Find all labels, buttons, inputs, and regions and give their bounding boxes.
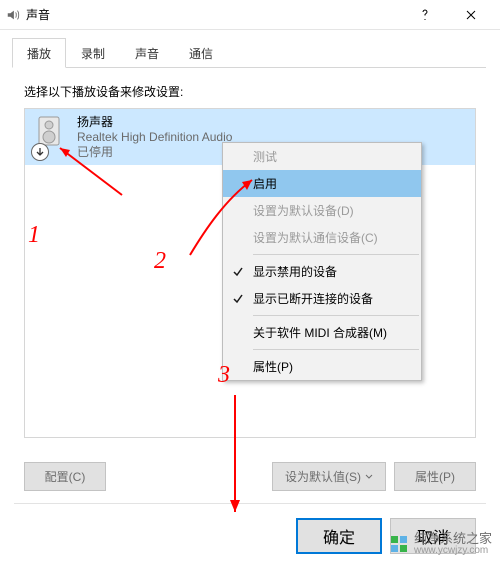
ctx-enable[interactable]: 启用 (223, 170, 421, 197)
check-icon (231, 265, 245, 279)
properties-button[interactable]: 属性(P) (394, 462, 476, 491)
context-menu: 测试 启用 设置为默认设备(D) 设置为默认通信设备(C) 显示禁用的设备 显示… (222, 142, 422, 381)
tab-playback[interactable]: 播放 (12, 38, 66, 68)
ctx-properties[interactable]: 属性(P) (223, 353, 421, 380)
ctx-about-midi[interactable]: 关于软件 MIDI 合成器(M) (223, 319, 421, 346)
tab-sound[interactable]: 声音 (120, 38, 174, 68)
device-status: 已停用 (77, 145, 232, 160)
ctx-set-default[interactable]: 设置为默认设备(D) (223, 197, 421, 224)
ctx-test[interactable]: 测试 (223, 143, 421, 170)
down-arrow-icon (31, 143, 49, 161)
speaker-icon (33, 115, 71, 159)
set-default-button[interactable]: 设为默认值(S) (272, 462, 386, 491)
tab-bar: 播放 录制 声音 通信 (0, 30, 500, 68)
sound-icon (6, 8, 20, 22)
ok-button[interactable]: 确定 (296, 518, 382, 554)
description-text: 选择以下播放设备来修改设置: (24, 83, 476, 100)
check-icon (231, 292, 245, 306)
window-title: 声音 (26, 6, 50, 23)
chevron-down-icon (365, 470, 373, 484)
watermark-logo-icon (390, 535, 408, 553)
ctx-set-comm[interactable]: 设置为默认通信设备(C) (223, 224, 421, 251)
tab-recording[interactable]: 录制 (66, 38, 120, 68)
ctx-show-disconnected[interactable]: 显示已断开连接的设备 (223, 285, 421, 312)
ctx-show-disabled[interactable]: 显示禁用的设备 (223, 258, 421, 285)
tab-comm[interactable]: 通信 (174, 38, 228, 68)
close-button[interactable] (448, 1, 494, 29)
configure-button[interactable]: 配置(C) (24, 462, 106, 491)
device-driver: Realtek High Definition Audio (77, 130, 232, 145)
device-name: 扬声器 (77, 115, 232, 130)
help-button[interactable] (402, 1, 448, 29)
watermark: 纯净系统之家 www.ycwjzy.com (390, 532, 492, 556)
